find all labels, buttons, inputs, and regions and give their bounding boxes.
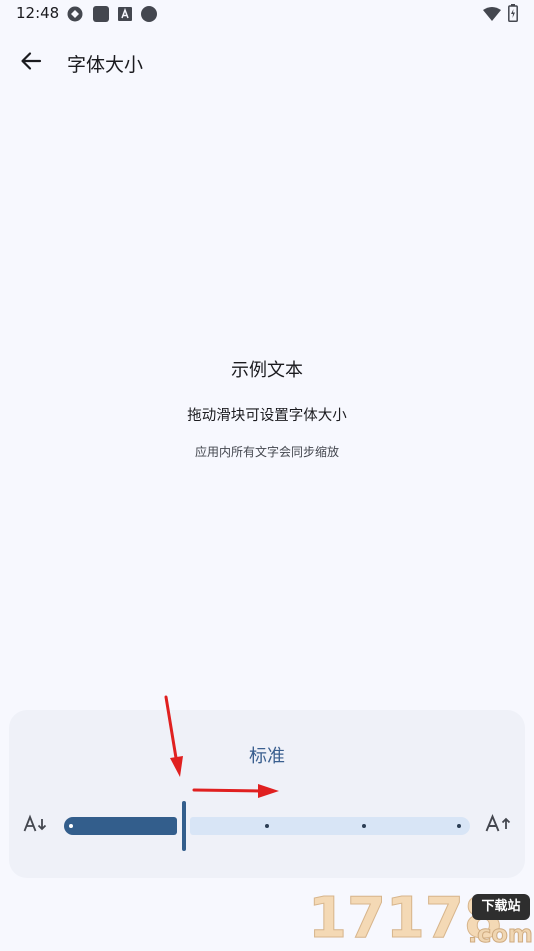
annotation-arrow-down	[164, 695, 183, 777]
watermark-logo: 17178 下载站 .com	[308, 887, 534, 950]
watermark-suffix: .com	[468, 920, 534, 949]
watermark-badge: 下载站	[472, 894, 530, 920]
annotation-arrow-right	[192, 784, 279, 798]
annotation-arrows	[164, 695, 279, 798]
